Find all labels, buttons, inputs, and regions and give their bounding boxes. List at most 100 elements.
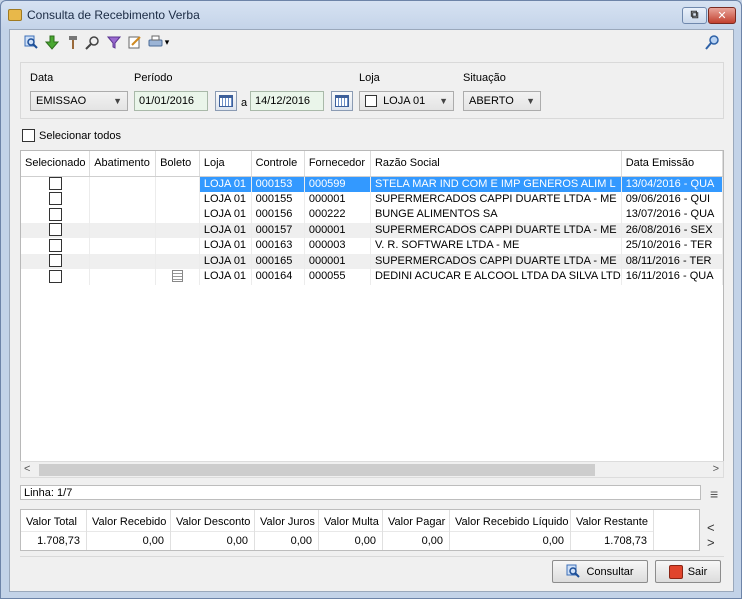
controle-cell: 000156 [251, 207, 305, 223]
edit-icon[interactable] [127, 34, 143, 50]
table-row[interactable]: LOJA 01 000153 000599 STELA MAR IND COM … [21, 176, 723, 192]
table-row[interactable]: LOJA 01 000164 000055 DEDINI ACUCAR E AL… [21, 269, 723, 285]
toolbar: ▾ [10, 30, 733, 54]
row-checkbox[interactable] [48, 269, 62, 283]
key-search-icon[interactable] [704, 34, 720, 50]
razao-social-cell: SUPERMERCADOS CAPPI DUARTE LTDA - ME [370, 253, 622, 269]
totals-nav-arrows[interactable]: < > [707, 520, 733, 550]
hamburger-menu-icon[interactable]: ≡ [710, 486, 718, 502]
restore-button[interactable]: ⧉ [682, 7, 707, 24]
col-header-razao-social[interactable]: Razão Social [370, 151, 622, 177]
col-header-boleto[interactable]: Boleto [155, 151, 200, 177]
search-icon[interactable] [23, 34, 39, 50]
row-checkbox-cell[interactable] [21, 176, 91, 192]
fornecedor-cell: 000001 [304, 222, 371, 238]
row-checkbox-cell[interactable] [21, 269, 91, 285]
client-area: ▾ Data EMISSAO ▼ Período 01/01/2016 a 14… [9, 29, 734, 592]
consultar-label: Consultar [586, 565, 634, 578]
download-arrow-icon[interactable] [44, 34, 60, 50]
folder-icon [8, 9, 22, 21]
total-value: 0,00 [226, 535, 248, 547]
fornecedor-cell: 000001 [304, 253, 371, 269]
controle-cell: 000165 [251, 253, 305, 269]
data-combo[interactable]: EMISSAO ▼ [30, 91, 128, 111]
col-header-data-emissao[interactable]: Data Emissão [621, 151, 723, 177]
scroll-thumb[interactable] [39, 464, 595, 476]
binoculars-icon[interactable] [84, 34, 100, 50]
calendar-from-button[interactable] [215, 91, 237, 111]
table-row[interactable]: LOJA 01 000155 000001 SUPERMERCADOS CAPP… [21, 191, 723, 207]
row-checkbox-cell[interactable] [21, 253, 91, 269]
results-grid[interactable]: Selecionado Abatimento Boleto Loja Contr… [20, 150, 724, 476]
table-row[interactable]: LOJA 01 000165 000001 SUPERMERCADOS CAPP… [21, 253, 723, 269]
periodo-label: Período [134, 72, 173, 84]
row-checkbox-cell[interactable] [21, 207, 91, 223]
data-emissao-cell: 08/11/2016 - TER [621, 253, 723, 269]
date-to-field[interactable]: 14/12/2016 [250, 91, 324, 111]
total-value: 1.708,73 [604, 535, 647, 547]
boleto-document-icon[interactable] [171, 270, 183, 283]
col-header-loja[interactable]: Loja [199, 151, 252, 177]
total-col: Valor Total 1.708,73 [21, 510, 87, 550]
total-col: Valor Recebido Líquido 0,00 [450, 510, 571, 550]
row-checkbox-cell[interactable] [21, 222, 91, 238]
razao-social-cell: BUNGE ALIMENTOS SA [370, 207, 622, 223]
select-all-checkbox[interactable] [22, 129, 35, 142]
controle-cell: 000163 [251, 238, 305, 254]
col-header-selecionado[interactable]: Selecionado [21, 151, 91, 177]
row-checkbox[interactable] [48, 207, 62, 221]
total-value: 0,00 [421, 535, 443, 547]
row-checkbox[interactable] [48, 177, 62, 191]
sair-label: Sair [687, 565, 708, 578]
row-checkbox[interactable] [48, 223, 62, 237]
total-header: Valor Pagar [383, 510, 449, 532]
scroll-right-icon[interactable]: > [713, 463, 719, 475]
col-header-controle[interactable]: Controle [251, 151, 305, 177]
data-emissao-cell: 25/10/2016 - TER [621, 238, 723, 254]
chevron-down-icon: ▼ [439, 96, 448, 106]
table-row[interactable]: LOJA 01 000163 000003 V. R. SOFTWARE LTD… [21, 238, 723, 254]
tools-icon[interactable] [65, 34, 81, 50]
horizontal-scrollbar[interactable]: < > [20, 461, 724, 478]
print-dropdown-icon[interactable]: ▾ [162, 34, 172, 50]
totals-panel: Valor Total 1.708,73 Valor Recebido 0,00 V… [20, 509, 700, 551]
abatimento-cell [89, 191, 157, 207]
col-header-fornecedor[interactable]: Fornecedor [304, 151, 371, 177]
loja-combo[interactable]: LOJA 01 ▼ [359, 91, 454, 111]
table-row[interactable]: LOJA 01 000157 000001 SUPERMERCADOS CAPP… [21, 222, 723, 238]
sair-button[interactable]: Sair [655, 560, 721, 583]
loja-cell: LOJA 01 [199, 269, 252, 285]
row-checkbox-cell[interactable] [21, 191, 91, 207]
select-all-row[interactable]: Selecionar todos [22, 129, 121, 142]
total-header: Valor Recebido [87, 510, 170, 532]
razao-social-cell: V. R. SOFTWARE LTDA - ME [370, 238, 622, 254]
date-from-field[interactable]: 01/01/2016 [134, 91, 208, 111]
loja-cell: LOJA 01 [199, 253, 252, 269]
row-checkbox[interactable] [48, 238, 62, 252]
data-emissao-cell: 16/11/2016 - QUA [621, 269, 723, 285]
situacao-combo[interactable]: ABERTO ▼ [463, 91, 541, 111]
situacao-label: Situação [463, 72, 506, 84]
fornecedor-cell: 000003 [304, 238, 371, 254]
controle-cell: 000155 [251, 191, 305, 207]
scroll-left-icon[interactable]: < [24, 463, 30, 475]
close-button[interactable]: ✕ [708, 7, 736, 24]
row-checkbox[interactable] [48, 192, 62, 206]
data-emissao-cell: 13/04/2016 - QUA [621, 176, 723, 192]
razao-social-cell: DEDINI ACUCAR E ALCOOL LTDA DA SILVA LTD [370, 269, 622, 285]
calendar-to-button[interactable] [331, 91, 353, 111]
boleto-cell[interactable] [155, 269, 200, 285]
consultar-button[interactable]: Consultar [552, 560, 648, 583]
loja-cell: LOJA 01 [199, 176, 252, 192]
total-col: Valor Recebido 0,00 [87, 510, 171, 550]
row-checkbox-cell[interactable] [21, 238, 91, 254]
total-header: Valor Multa [319, 510, 382, 532]
row-checkbox[interactable] [48, 254, 62, 268]
table-row[interactable]: LOJA 01 000156 000222 BUNGE ALIMENTOS SA… [21, 207, 723, 223]
loja-checkbox[interactable] [365, 95, 377, 108]
filter-icon[interactable] [106, 34, 122, 50]
total-header: Valor Desconto [171, 510, 254, 532]
print-icon[interactable] [147, 34, 163, 50]
col-header-abatimento[interactable]: Abatimento [89, 151, 157, 177]
calendar-icon [335, 95, 349, 107]
